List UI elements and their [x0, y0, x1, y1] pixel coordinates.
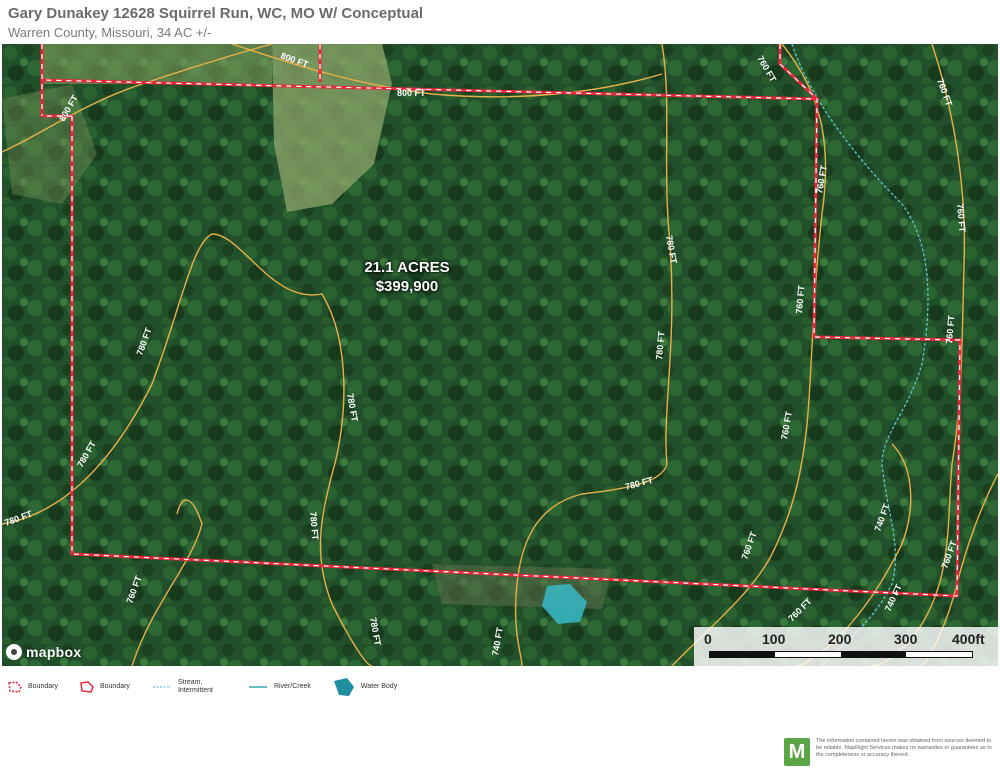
legend-label: Stream, Intermittent [177, 679, 213, 694]
legend-item-river: River/Creek [248, 681, 311, 693]
map-header: Gary Dunakey 12628 Squirrel Run, WC, MO … [8, 4, 988, 42]
legend-label: River/Creek [273, 683, 311, 690]
boundary-dashed-icon [8, 681, 22, 693]
scale-segment [841, 652, 906, 657]
legend-label: Boundary [28, 683, 58, 690]
legend-item-stream: Stream, Intermittent [152, 679, 226, 695]
mapbox-text: mapbox [26, 644, 82, 660]
stream-icon [152, 686, 171, 688]
water-body-icon [333, 678, 354, 696]
mapbox-logo-icon [6, 644, 22, 660]
map-subtitle: Warren County, Missouri, 34 AC +/- [8, 25, 212, 40]
boundary-solid-icon [80, 681, 94, 693]
map-canvas: 800 FT 800 FT 800 FT 760 FT 760 FT 760 F… [2, 44, 998, 666]
satellite-map[interactable]: 800 FT 800 FT 800 FT 760 FT 760 FT 760 F… [2, 44, 998, 666]
legend-item-water-body: Water Body [333, 677, 397, 697]
scale-bar: 0 100 200 300 400ft [694, 627, 998, 666]
scale-segment [710, 652, 775, 657]
parcel-price: $399,900 [375, 278, 439, 295]
disclaimer-text: The information contained herein was obt… [816, 738, 992, 758]
scale-label: 300 [894, 631, 918, 647]
mapbox-attribution[interactable]: mapbox [6, 644, 81, 660]
legend-item-boundary-dashed: Boundary [8, 681, 58, 693]
scale-label: 100 [762, 631, 786, 647]
meadow-area-top [42, 44, 272, 84]
legend-label: Water Body [360, 683, 398, 690]
scale-track [709, 651, 973, 658]
parcel-acres: 21.1 ACRES [364, 259, 450, 276]
parcel-label: 21.1 ACRES $399,900 [332, 258, 482, 296]
legend-label: Boundary [99, 683, 130, 690]
scale-label: 400ft [952, 631, 985, 647]
scale-label: 200 [828, 631, 852, 647]
mapright-logo: M [784, 738, 810, 766]
scale-label: 0 [704, 631, 712, 647]
map-legend: Boundary Boundary Stream, Intermittent R… [8, 676, 608, 698]
map-title: Gary Dunakey 12628 Squirrel Run, WC, MO … [8, 5, 424, 22]
legend-item-boundary-solid: Boundary [80, 681, 130, 693]
contour-label: 800 FT [397, 88, 426, 98]
river-icon [248, 686, 267, 688]
footer: M The information contained herein was o… [784, 738, 994, 772]
